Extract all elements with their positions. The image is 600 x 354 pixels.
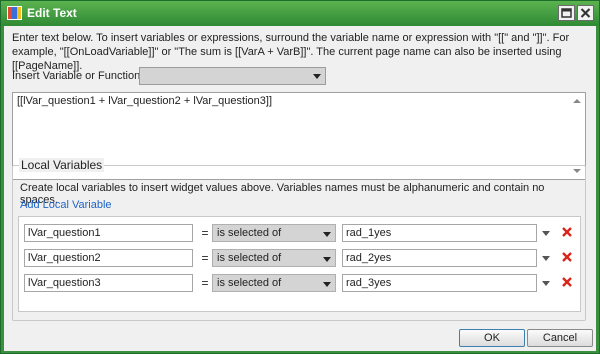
insert-variable-dropdown[interactable] [139, 67, 326, 85]
variable-row: lVar_question2 = is selected of rad_2yes [19, 249, 580, 267]
chevron-down-icon[interactable] [542, 281, 550, 286]
chevron-down-icon [323, 257, 331, 262]
variable-name-input[interactable]: lVar_question1 [24, 224, 193, 242]
equals-sign: = [201, 226, 209, 240]
chevron-down-icon[interactable] [542, 231, 550, 236]
dialog-body: Enter text below. To insert variables or… [4, 26, 596, 351]
delete-icon[interactable] [561, 276, 573, 288]
maximize-icon [561, 8, 572, 18]
edit-text-app-icon [7, 6, 22, 20]
insert-variable-label: Insert Variable or Function: [12, 70, 144, 82]
cancel-button[interactable]: Cancel [527, 329, 593, 347]
variable-row: lVar_question3 = is selected of rad_3yes [19, 274, 580, 292]
chevron-down-icon [323, 232, 331, 237]
scroll-up-icon[interactable] [573, 99, 581, 103]
delete-icon[interactable] [561, 251, 573, 263]
chevron-down-icon [313, 74, 321, 79]
target-widget-input[interactable]: rad_3yes [342, 274, 537, 292]
variable-row: lVar_question1 = is selected of rad_1yes [19, 224, 580, 242]
edit-text-dialog: Edit Text Enter text below. To insert va… [0, 0, 600, 354]
operator-dropdown[interactable]: is selected of [212, 224, 336, 242]
delete-icon[interactable] [561, 226, 573, 238]
operator-dropdown[interactable]: is selected of [212, 274, 336, 292]
editor-content: [[lVar_question1 + lVar_question2 + lVar… [17, 95, 273, 107]
variable-name-input[interactable]: lVar_question2 [24, 249, 193, 267]
target-widget-input[interactable]: rad_2yes [342, 249, 537, 267]
variable-name-input[interactable]: lVar_question3 [24, 274, 193, 292]
add-local-variable-link[interactable]: Add Local Variable [20, 199, 112, 211]
ok-button[interactable]: OK [459, 329, 525, 347]
local-variables-group: Local Variables Create local variables t… [12, 158, 586, 321]
equals-sign: = [201, 251, 209, 265]
chevron-down-icon[interactable] [542, 256, 550, 261]
title-bar[interactable]: Edit Text [1, 1, 599, 26]
local-variables-title: Local Variables [19, 158, 105, 172]
local-variables-table: lVar_question1 = is selected of rad_1yes… [18, 216, 581, 312]
target-widget-input[interactable]: rad_1yes [342, 224, 537, 242]
operator-value: is selected of [217, 277, 282, 289]
operator-value: is selected of [217, 252, 282, 264]
maximize-button[interactable] [558, 5, 575, 21]
close-button[interactable] [577, 5, 594, 21]
close-icon [580, 8, 591, 18]
chevron-down-icon [323, 282, 331, 287]
window-title: Edit Text [27, 6, 77, 20]
operator-value: is selected of [217, 227, 282, 239]
equals-sign: = [201, 276, 209, 290]
operator-dropdown[interactable]: is selected of [212, 249, 336, 267]
